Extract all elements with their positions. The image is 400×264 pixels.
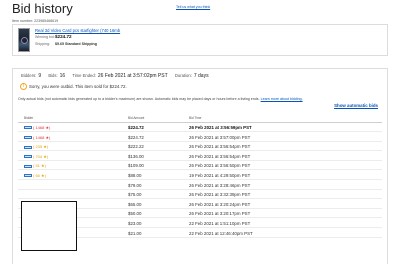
bid-amount-cell: $65.00 <box>128 201 142 207</box>
winning-bid-value: $224.72 <box>55 34 72 40</box>
item-title-link[interactable]: Real 3d Video Card pcs starfighter (740 … <box>35 28 120 33</box>
bid-time-cell: 22 Feb 2021 at 12:46:40pm PST <box>189 230 253 236</box>
item-thumbnail[interactable] <box>18 28 30 52</box>
bid-time-cell: 19 Feb 2021 at 4:29:50pm PST <box>189 173 251 178</box>
bidder-id-icon <box>24 126 32 130</box>
shipping-value: $5.65 Standard Shipping <box>55 42 97 46</box>
bid-row: ( 235 ★) $222.22 26 Feb 2021 at 3:56:54pm … <box>18 142 382 152</box>
automatic-bids-note-text: Only actual bids (not automatic bids gen… <box>18 97 260 101</box>
feedback-link[interactable]: Tell us what you think <box>176 5 210 9</box>
bid-time-cell: 26 Feb 2021 at 3:20:24pm PST <box>189 201 251 207</box>
warning-icon: ! <box>20 83 27 90</box>
bidder-cell[interactable]: ( 51 ★) <box>24 163 46 168</box>
bidder-cell[interactable]: ( 704 ★) <box>24 154 48 159</box>
winning-bid-row: Winning bid: $224.72 <box>35 34 72 39</box>
bid-amount-cell: $224.72 <box>128 134 144 140</box>
bid-amount-cell: $224.72 <box>128 125 144 130</box>
bidders-label: Bidders: <box>21 73 37 78</box>
bids-count: 16 <box>59 73 66 79</box>
bid-time-cell: 26 Feb 2021 at 3:56:54pm PST <box>189 153 251 159</box>
bidder-feedback-score: ( 1468 ★) <box>33 134 51 140</box>
bid-row: ( 51 ★) $109.00 26 Feb 2021 at 3:56:50pm P… <box>18 161 382 171</box>
bidder-id-icon <box>24 174 32 178</box>
bid-row: ( 704 ★) $136.00 26 Feb 2021 at 3:56:54pm … <box>18 152 382 161</box>
outbid-message: Sorry, you were outbid. This item sold f… <box>29 84 127 89</box>
bid-amount-column-header[interactable]: Bid Amount <box>128 116 144 120</box>
bid-summary: Bidders: 9 Bids: 16 Time Ended: 26 Feb 2021… <box>21 73 215 79</box>
bid-row: ( 1468 ★) $224.72 26 Feb 2021 at 3:56:59pm… <box>18 123 382 132</box>
fan-graphic <box>21 37 28 44</box>
winning-bid-label: Winning bid: <box>35 35 55 39</box>
bidder-id-icon <box>24 164 32 168</box>
bidder-feedback-score: ( 65 ★) <box>33 173 46 178</box>
duration-value: 7 days <box>193 73 209 79</box>
bid-time-cell: 26 Feb 2021 at 3:28:46pm PST <box>189 182 251 188</box>
redaction-box <box>21 201 77 251</box>
bidder-cell[interactable]: ( 1468 ★) <box>24 135 50 140</box>
show-automatic-bids-link[interactable]: Show automatic bids <box>334 103 378 108</box>
bid-row: ( 65 ★) $88.00 19 Feb 2021 at 4:29:50pm PS… <box>18 171 382 180</box>
bidder-cell[interactable]: ( 235 ★) <box>24 144 48 149</box>
item-number: Item number: 223985468619 <box>12 19 59 23</box>
time-ended-value: 26 Feb 2021 at 3:57:02pm PST <box>97 73 168 79</box>
learn-more-link[interactable]: Learn more about bidding. <box>261 97 303 101</box>
bidder-column-header[interactable]: Bidder <box>24 116 33 120</box>
item-summary-card: Real 3d Video Card pcs starfighter (740 … <box>12 24 388 56</box>
bid-amount-cell: $222.22 <box>128 144 144 150</box>
bidder-feedback-score: ( 51 ★) <box>33 163 46 169</box>
shipping-row: Shipping: $5.65 Standard Shipping <box>35 42 97 46</box>
bid-amount-cell: $88.00 <box>128 173 142 178</box>
shipping-label: Shipping: <box>35 42 50 46</box>
bid-row: $79.00 26 Feb 2021 at 3:28:46pm PST <box>18 181 382 190</box>
bid-time-cell: 26 Feb 2021 at 3:57:00pm PST <box>189 134 251 140</box>
bid-row: ( 1468 ★) $224.72 26 Feb 2021 at 3:57:00pm… <box>18 133 382 142</box>
bids-label: Bids: <box>48 73 58 78</box>
time-ended-label: Time Ended: <box>72 73 96 78</box>
bid-amount-cell: $136.00 <box>128 153 144 159</box>
automatic-bids-note: Only actual bids (not automatic bids gen… <box>18 97 303 101</box>
bidder-id-icon <box>24 136 32 140</box>
bidder-cell[interactable]: ( 65 ★) <box>24 173 46 178</box>
bidder-cell[interactable]: ( 1468 ★) <box>24 125 50 130</box>
bid-time-cell: 26 Feb 2021 at 3:20:17pm PST <box>189 211 251 217</box>
bidders-count: 9 <box>38 73 42 79</box>
bidder-feedback-score: ( 704 ★) <box>33 153 49 159</box>
bidder-id-icon <box>24 145 32 149</box>
bid-time-cell: 26 Feb 2021 at 3:56:59pm PST <box>189 125 252 130</box>
bid-time-cell: 26 Feb 2021 at 3:56:50pm PST <box>189 163 251 169</box>
bidder-id-icon <box>24 155 32 159</box>
bid-time-column-header[interactable]: Bid Time <box>189 116 201 120</box>
bid-amount-cell: $79.00 <box>128 182 142 188</box>
bid-time-cell: 26 Feb 2021 at 3:56:54pm PST <box>189 144 251 150</box>
bid-time-cell: 22 Feb 2021 at 1:51:10pm PST <box>189 221 251 226</box>
bid-time-cell: 26 Feb 2021 at 3:32:39pm PST <box>189 192 251 198</box>
bid-amount-cell: $23.00 <box>128 221 142 226</box>
page-title: Bid history <box>12 1 73 16</box>
duration-label: Duration: <box>174 73 192 78</box>
bid-history-panel: Bidders: 9 Bids: 16 Time Ended: 26 Feb 2021… <box>12 68 388 264</box>
bid-row: $75.00 26 Feb 2021 at 3:32:39pm PST <box>18 190 382 200</box>
bid-amount-cell: $75.00 <box>128 192 142 198</box>
bid-amount-cell: $21.00 <box>128 230 142 236</box>
bidder-feedback-score: ( 235 ★) <box>33 144 49 150</box>
bid-amount-cell: $109.00 <box>128 163 144 169</box>
bid-amount-cell: $50.00 <box>128 211 142 217</box>
bidder-feedback-score: ( 1468 ★) <box>33 125 51 130</box>
